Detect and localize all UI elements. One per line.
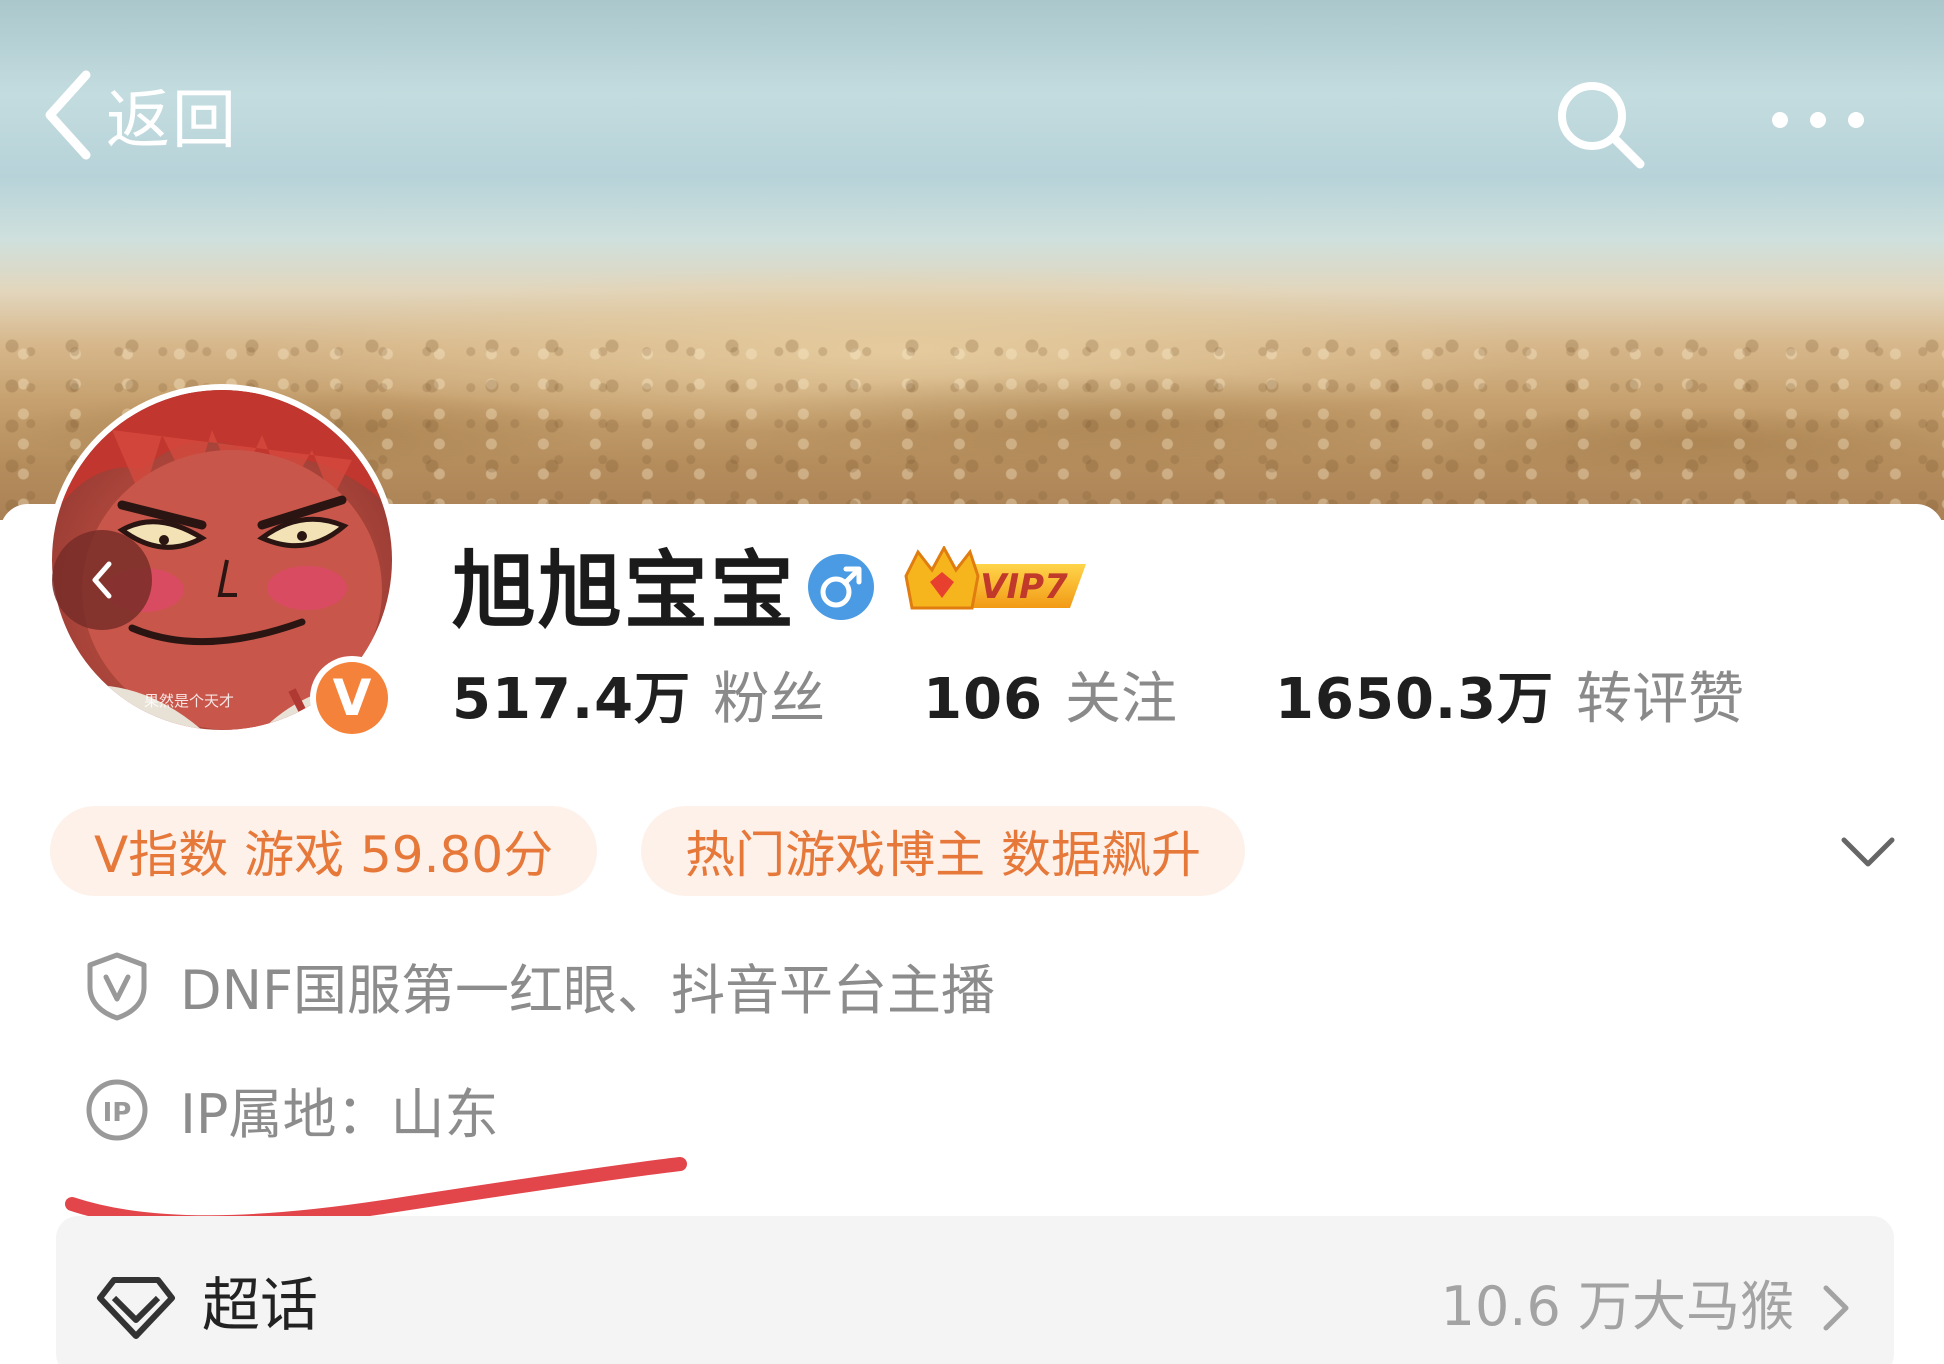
- avatar-prev-button[interactable]: [52, 530, 152, 630]
- vip-label: VIP7: [980, 567, 1068, 607]
- stat-interactions[interactable]: 1650.3万 转评赞: [1275, 654, 1744, 735]
- tag-v-index[interactable]: V指数 游戏 59.80分: [50, 806, 598, 896]
- ip-location-row: IP IP属地：山东: [84, 1070, 499, 1149]
- avatar-caption: 果然是个天才: [144, 692, 235, 710]
- back-label: 返回: [106, 84, 238, 158]
- supertopic-entry[interactable]: 超话 10.6 万大马猴: [56, 1216, 1894, 1364]
- chevron-left-icon: [92, 561, 112, 599]
- more-dots-icon[interactable]: [1768, 100, 1868, 140]
- back-button[interactable]: 返回: [40, 70, 238, 160]
- diamond-icon: [97, 1277, 175, 1339]
- certification-row: DNF国服第一红眼、抖音平台主播: [84, 946, 995, 1025]
- stat-followers[interactable]: 517.4万 粉丝: [452, 654, 825, 735]
- stat-label: 关注: [1065, 667, 1178, 732]
- stat-value: 517.4万: [452, 667, 692, 732]
- ip-icon: IP: [86, 1079, 148, 1140]
- profile-stats: 517.4万 粉丝 106 关注 1650.3万 转评赞: [452, 654, 1842, 734]
- tag-hot-blogger[interactable]: 热门游戏博主 数据飙升: [641, 806, 1246, 896]
- chevron-right-icon: [1823, 1285, 1849, 1331]
- supertopic-count: 10.6 万大马猴: [1440, 1275, 1794, 1338]
- stat-value: 1650.3万: [1275, 667, 1555, 732]
- certification-text: DNF国服第一红眼、抖音平台主播: [180, 959, 996, 1022]
- stat-label: 转评赞: [1576, 667, 1745, 732]
- profile-username: 旭旭宝宝: [452, 542, 797, 640]
- stat-following[interactable]: 106 关注: [923, 654, 1177, 735]
- shield-v-icon: [87, 952, 147, 1020]
- vip-badge[interactable]: VIP7: [898, 546, 1098, 622]
- svg-text:IP: IP: [103, 1098, 132, 1128]
- chevron-left-icon: [45, 70, 91, 160]
- search-icon[interactable]: [1552, 76, 1648, 172]
- supertopic-label: 超话: [202, 1271, 319, 1339]
- verified-v-icon: V: [316, 662, 388, 734]
- male-icon: [808, 554, 874, 620]
- chevron-down-icon[interactable]: [1838, 826, 1898, 876]
- verified-badge: V: [310, 656, 394, 740]
- ip-location-text: IP属地：山东: [180, 1083, 499, 1146]
- profile-tags: V指数 游戏 59.80分 热门游戏博主 数据飙升: [50, 806, 1289, 896]
- top-navigation-bar: 返回: [0, 60, 1944, 170]
- stat-label: 粉丝: [713, 667, 826, 732]
- stat-value: 106: [923, 667, 1044, 732]
